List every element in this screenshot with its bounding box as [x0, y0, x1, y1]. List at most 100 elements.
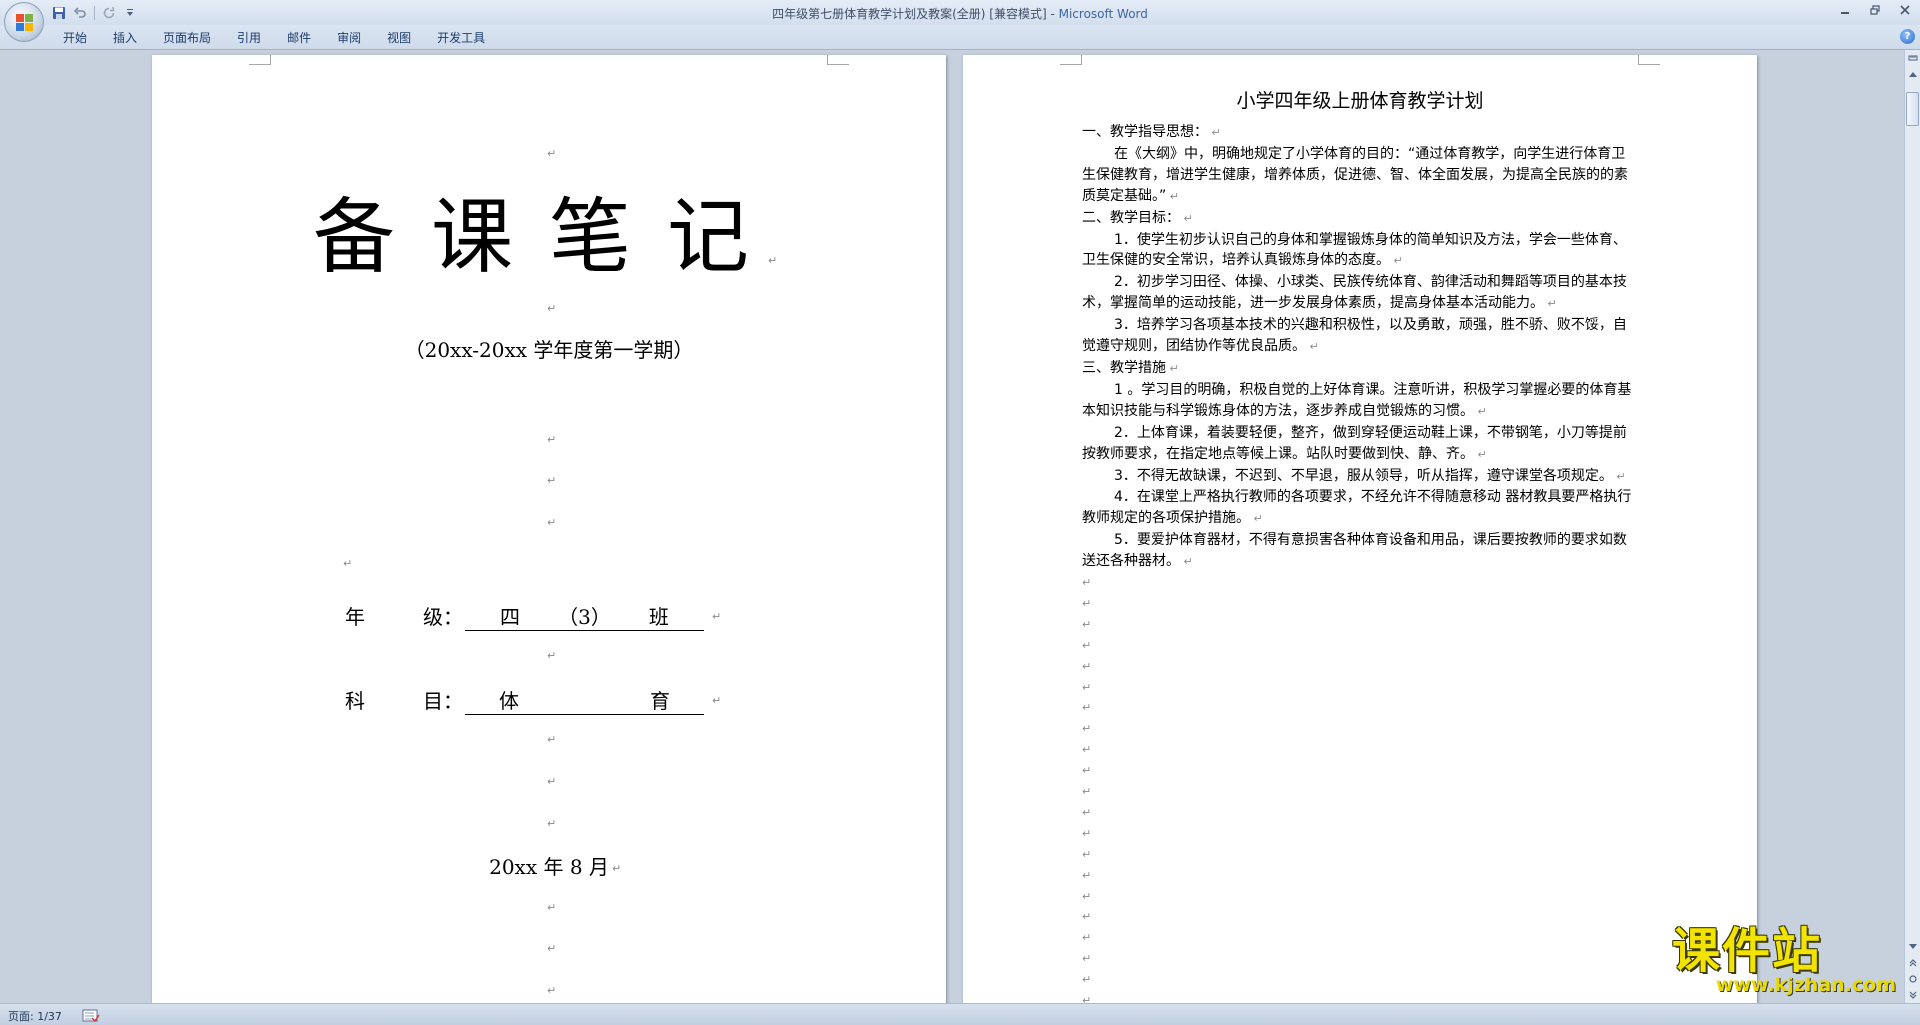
paragraph-mark [547, 148, 556, 160]
paragraph-mark [1082, 619, 1091, 631]
plan-body: 一、教学指导思想： 在《大纲》中，明确地规定了小学体育的目的：“通过体育教学，向… [1082, 122, 1636, 573]
paragraph-mark [547, 734, 556, 746]
restore-icon [1870, 5, 1880, 15]
paragraph-mark [1082, 577, 1091, 589]
ribbon-tabs: 开始 插入 页面布局 引用 邮件 审阅 视图 开发工具 [50, 29, 498, 48]
paragraph-mark [1082, 995, 1091, 1003]
tab-review[interactable]: 审阅 [324, 29, 374, 48]
title-separator: - [1046, 7, 1059, 21]
plan-paragraph: 5．要爱护体育器材，不得有意损害各种体育设备和用品，课后要按教师的要求如数送还各… [1082, 530, 1636, 573]
paragraph-mark [1082, 911, 1091, 923]
scroll-up-button[interactable] [1905, 66, 1920, 82]
subject-label: 科 目： [345, 689, 463, 713]
paragraph-mark [1082, 807, 1091, 819]
tab-developer[interactable]: 开发工具 [424, 29, 498, 48]
paragraph-mark [768, 255, 777, 267]
proofing-status[interactable] [82, 1008, 100, 1023]
plan-paragraph: 2．初步学习田径、体操、小球类、民族传统体育、韵律活动和舞蹈等项目的基本技术，掌… [1082, 272, 1636, 315]
next-page-button[interactable] [1905, 987, 1920, 1003]
tab-insert[interactable]: 插入 [100, 29, 150, 48]
paragraph-mark [547, 818, 556, 830]
crop-mark [249, 55, 271, 65]
paragraph-mark [1082, 598, 1091, 610]
page-cover[interactable]: 备课笔记 （20xx-20xx 学年度第一学期） 年 级： 四 （3） 班 [152, 55, 946, 1003]
plan-paragraph: 3．培养学习各项基本技术的兴趣和积极性，以及勇敢，顽强，胜不骄、败不馁，自觉遵守… [1082, 315, 1636, 358]
paragraph-mark [547, 303, 556, 315]
grade-value: 四 （3） 班 [465, 601, 704, 631]
ruler-toggle-button[interactable] [1905, 50, 1920, 66]
paragraph-mark [343, 558, 352, 570]
plan-paragraph: 4．在课堂上严格执行教师的各项要求，不经允许不得随意移动 器材教具要严格执行教师… [1082, 487, 1636, 530]
cover-subtitle: （20xx-20xx 学年度第一学期） [404, 338, 694, 362]
cover-title: 备课笔记 [312, 190, 785, 285]
paragraph-mark [1082, 765, 1091, 777]
paragraph-mark [1082, 932, 1091, 944]
paragraph-mark [547, 776, 556, 788]
document-area[interactable]: 备课笔记 （20xx-20xx 学年度第一学期） 年 级： 四 （3） 班 [0, 50, 1904, 1003]
paragraph-mark [1082, 849, 1091, 861]
tab-home[interactable]: 开始 [50, 29, 100, 48]
arrow-up-icon [1908, 72, 1917, 77]
page-counter[interactable]: 页面: 1/37 [8, 1008, 62, 1024]
plan-paragraph: 2．上体育课，着装要轻便，整齐，做到穿轻便运动鞋上课，不带钢笔，小刀等提前按教师… [1082, 423, 1636, 466]
ruler-icon [1908, 55, 1917, 61]
plan-paragraph: 1 。学习目的明确，积极自觉的上好体育课。注意听讲，积极学习掌握必要的体育基本知… [1082, 380, 1636, 423]
document-name: 四年级第七册体育教学计划及教案(全册) [兼容模式] [772, 7, 1047, 21]
proofing-book-icon [82, 1009, 100, 1023]
plan-paragraph: 三、教学措施 [1082, 358, 1636, 380]
page-plan[interactable]: 小学四年级上册体育教学计划 一、教学指导思想： 在《大纲》中，明确地规定了小学体… [963, 55, 1757, 1003]
crop-mark [1060, 55, 1082, 65]
tab-view[interactable]: 视图 [374, 29, 424, 48]
plan-paragraph: 二、教学目标： [1082, 208, 1636, 230]
previous-page-button[interactable] [1905, 955, 1920, 971]
close-icon [1900, 5, 1910, 15]
paragraph-mark [1082, 953, 1091, 965]
close-button[interactable] [1890, 0, 1920, 20]
paragraph-mark [1082, 870, 1091, 882]
restore-button[interactable] [1860, 0, 1890, 20]
paragraph-mark [612, 863, 621, 875]
app-name: Microsoft Word [1058, 7, 1148, 21]
paragraph-mark [547, 902, 556, 914]
vertical-scrollbar[interactable] [1904, 50, 1920, 1003]
plan-paragraph: 3．不得无故缺课，不迟到、不早退，服从领导，听从指挥，遵守课堂各项规定。 [1082, 466, 1636, 488]
paragraph-mark [1082, 682, 1091, 694]
plan-title: 小学四年级上册体育教学计划 [1236, 90, 1484, 112]
tab-references[interactable]: 引用 [224, 29, 274, 48]
paragraph-mark [547, 985, 556, 997]
paragraph-mark [1082, 744, 1091, 756]
paragraph-mark [1082, 702, 1091, 714]
plan-paragraph: 在《大纲》中，明确地规定了小学体育的目的：“通过体育教学，向学生进行体育卫生保健… [1082, 144, 1636, 208]
paragraph-mark [1082, 786, 1091, 798]
help-button[interactable]: ? [1900, 29, 1915, 44]
paragraph-mark [712, 695, 721, 707]
paragraph-mark [547, 434, 556, 446]
paragraph-mark [547, 517, 556, 529]
paragraph-mark [547, 650, 556, 662]
tab-mailings[interactable]: 邮件 [274, 29, 324, 48]
paragraph-mark [1082, 723, 1091, 735]
tab-page-layout[interactable]: 页面布局 [150, 29, 224, 48]
paragraph-mark [547, 475, 556, 487]
paragraph-mark [1082, 891, 1091, 903]
minimize-button[interactable] [1830, 0, 1860, 20]
paragraph-mark [547, 943, 556, 955]
select-browse-object-button[interactable] [1905, 971, 1920, 987]
ribbon-tab-bar: 开始 插入 页面布局 引用 邮件 审阅 视图 开发工具 ? [0, 25, 1920, 50]
word-window: 四年级第七册体育教学计划及教案(全册) [兼容模式] - Microsoft W… [0, 0, 1920, 1025]
office-logo-icon [16, 14, 34, 32]
double-chevron-up-icon [1909, 959, 1916, 967]
office-button[interactable] [4, 2, 44, 42]
paragraph-mark [1082, 828, 1091, 840]
paragraph-mark [1082, 640, 1091, 652]
scroll-thumb[interactable] [1906, 92, 1919, 126]
title-bar: 四年级第七册体育教学计划及教案(全册) [兼容模式] - Microsoft W… [0, 0, 1920, 25]
scroll-down-button[interactable] [1905, 939, 1920, 955]
window-controls [1830, 0, 1920, 20]
status-bar: 页面: 1/37 [0, 1003, 1920, 1025]
cover-date: 20xx 年 8 月 [489, 855, 609, 879]
paragraph-mark [712, 611, 721, 623]
plan-paragraph: 一、教学指导思想： [1082, 122, 1636, 144]
plan-paragraph: 1．使学生初步认识自己的身体和掌握锻炼身体的简单知识及方法，学会一些体育、卫生保… [1082, 230, 1636, 273]
grade-label: 年 级： [345, 605, 463, 629]
